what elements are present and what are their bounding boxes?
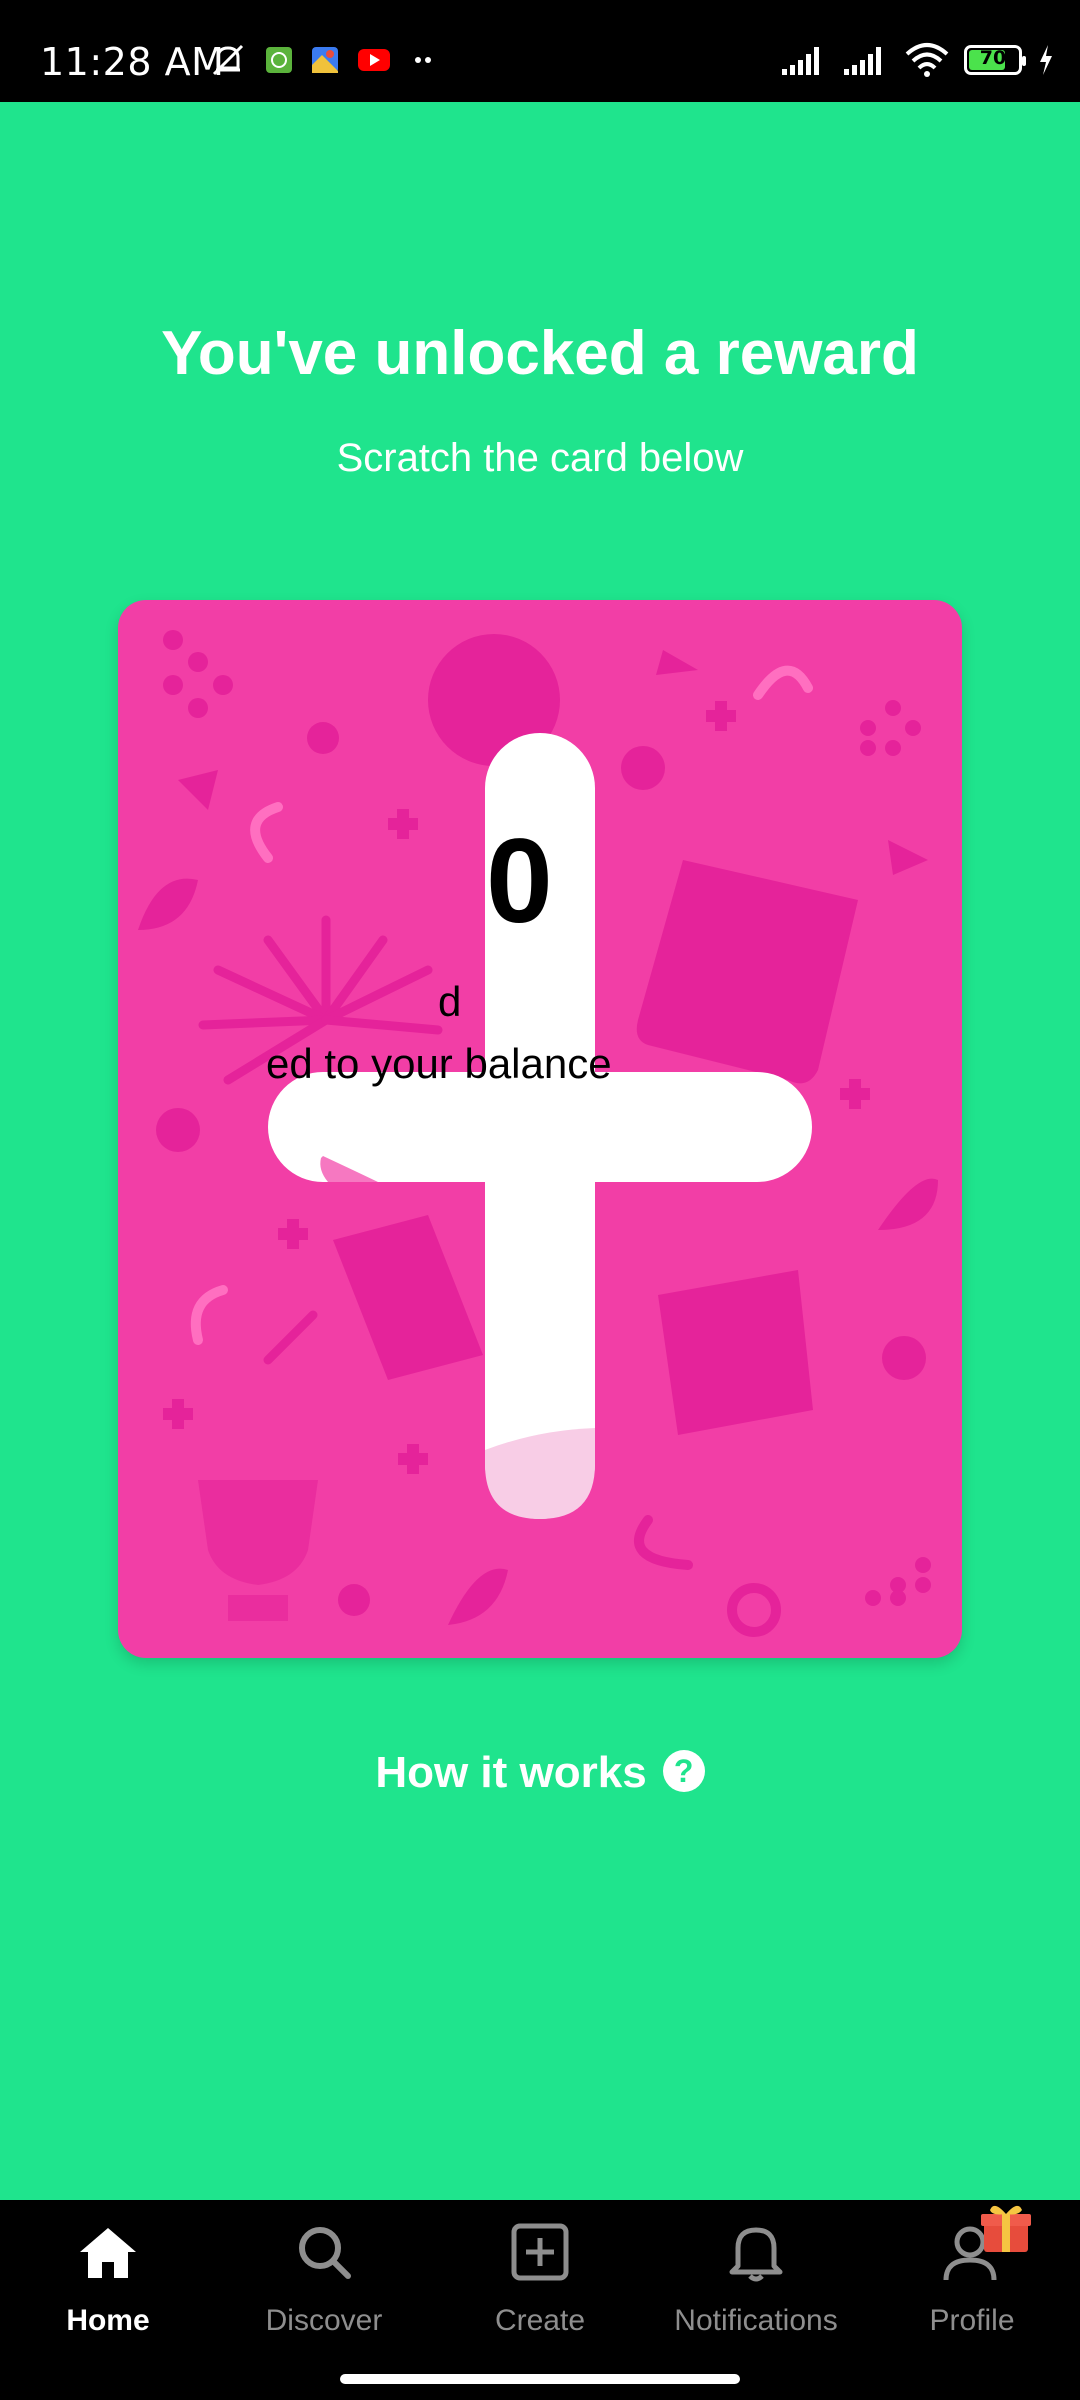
search-icon [299,2227,351,2279]
wifi-icon [905,43,949,77]
how-it-works-link[interactable]: How it works? [0,1748,1080,1798]
bottom-navigation: Home Discover Create Notifications Profi… [0,2200,1080,2400]
status-notification-icons [208,40,438,80]
charging-icon [1040,45,1052,75]
reward-text-line1: d [438,978,462,1025]
app-icon [266,47,292,73]
plus-square-icon [511,2223,569,2281]
status-bar: 11:28 AM 70 [0,0,1080,102]
reward-amount: 0 [486,814,553,948]
nav-label-create: Create [494,2304,586,2337]
signal-icon [844,47,881,75]
mute-icon [212,44,244,76]
nav-item-create[interactable]: Create [432,2220,648,2338]
scratched-area [268,733,812,1519]
nav-item-notifications[interactable]: Notifications [648,2220,864,2338]
bell-icon [729,2227,783,2282]
signal-icon [782,47,819,75]
home-indicator-bar[interactable] [340,2374,740,2384]
nav-label-discover: Discover [265,2304,383,2337]
nav-label-notifications: Notifications [674,2304,838,2337]
battery-icon: 70 [964,45,1026,75]
status-time: 11:28 AM [40,40,225,84]
battery-level: 70 [979,47,1007,69]
scratch-card[interactable]: 0 d ed to your balance [118,600,962,1658]
more-dots-icon [415,57,431,63]
status-system-icons: 70 [780,40,1056,80]
photos-icon [312,47,338,73]
nav-item-profile[interactable]: Profile [864,2205,1080,2338]
page-title: You've unlocked a reward [161,319,919,388]
nav-label-profile: Profile [929,2304,1015,2337]
youtube-icon [358,49,390,71]
nav-item-home[interactable]: Home [0,2220,216,2338]
nav-label-home: Home [66,2304,150,2337]
gift-icon [981,2205,1031,2252]
home-icon [80,2228,136,2278]
page-subtitle: Scratch the card below [336,436,744,480]
how-it-works-label: How it works [375,1748,647,1797]
reward-text-line2: ed to your balance [266,1040,612,1087]
help-icon: ? [662,1750,705,1793]
nav-item-discover[interactable]: Discover [216,2220,432,2338]
